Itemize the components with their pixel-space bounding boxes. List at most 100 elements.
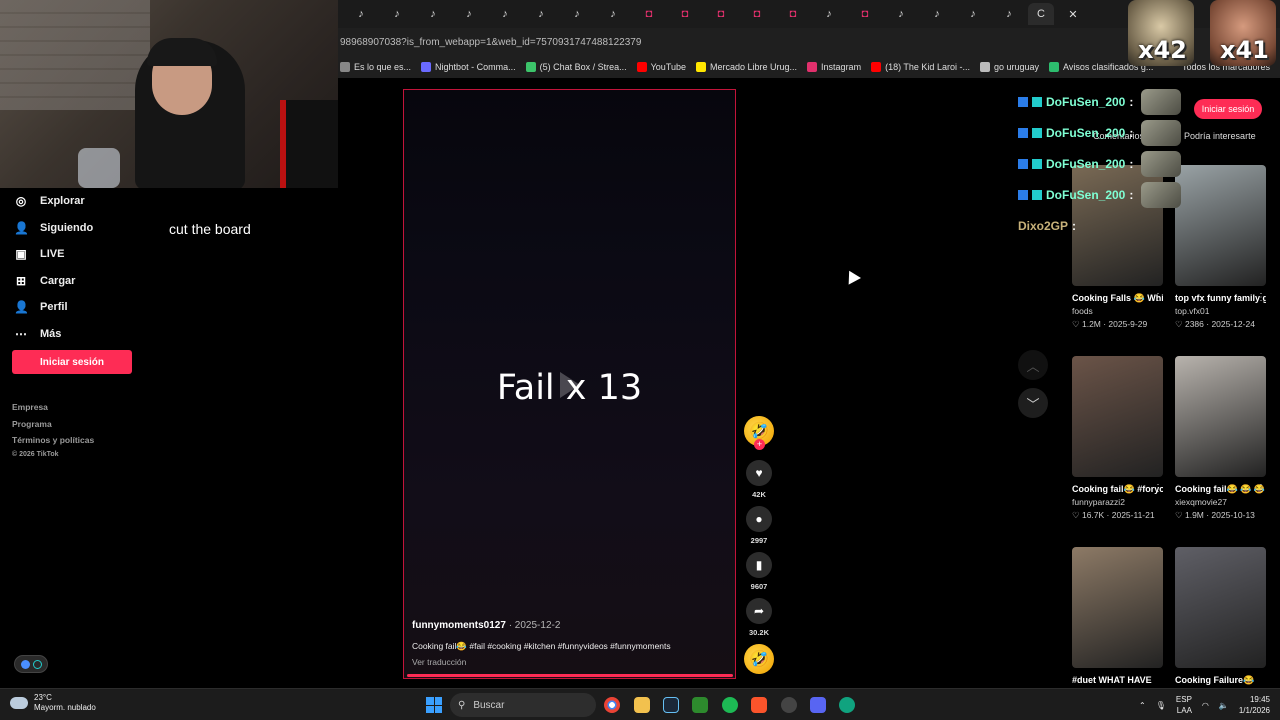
creator-avatar[interactable]: 🤣 + [744, 416, 774, 450]
brave-icon[interactable] [751, 697, 767, 713]
video-thumbnail[interactable] [1175, 356, 1266, 477]
card-title[interactable]: top vfx funny family gaming... [1175, 292, 1266, 305]
video-thumbnail[interactable] [1072, 356, 1163, 477]
chevron-up-icon[interactable]: ⌃ [1139, 701, 1146, 710]
browser-tab-tiktok[interactable]: ♪ [560, 3, 594, 25]
chevron-up-icon[interactable]: ︿ [1018, 350, 1048, 380]
taskbar-search[interactable]: ⚲ Buscar [450, 693, 596, 717]
card-author[interactable]: xiexqmovie27 [1175, 497, 1266, 507]
lang-top[interactable]: ESP [1176, 694, 1192, 705]
card-title[interactable]: Cooking Failure😂 [1175, 674, 1266, 687]
video-author[interactable]: funnymoments0127 · 2025-12-2 [412, 620, 560, 631]
sidebar-item-cargar[interactable]: ⊞ Cargar [0, 268, 150, 295]
xbox-icon[interactable] [692, 697, 708, 713]
speaker-icon[interactable]: 🔈 [1219, 701, 1229, 710]
weather-widget[interactable]: 23°C Mayorm. nublado [10, 693, 96, 713]
browser-tab-tiktok[interactable]: ♪ [992, 3, 1026, 25]
microphone-icon[interactable]: 🎙 [1156, 701, 1166, 710]
bookmark-icon[interactable]: ▮ [746, 552, 772, 578]
browser-tab-instagram[interactable]: ◘ [668, 3, 702, 25]
chat-username[interactable]: DoFuSen_200 [1046, 126, 1125, 140]
bookmark-item[interactable]: (18) The Kid Laroi -... [871, 62, 970, 72]
footer-link-programa[interactable]: Programa [12, 416, 94, 433]
bookmark-item[interactable]: Mercado Libre Urug... [696, 62, 797, 72]
browser-tab-tiktok[interactable]: ♪ [524, 3, 558, 25]
footer-link-empresa[interactable]: Empresa [12, 399, 94, 416]
chat-username[interactable]: DoFuSen_200 [1046, 95, 1125, 109]
browser-tab-tiktok[interactable]: ♪ [344, 3, 378, 25]
sidebar-item-ms[interactable]: ⋯ Más [0, 321, 150, 348]
sidebar-item-siguiendo[interactable]: 👤 Siguiendo [0, 215, 150, 242]
recommended-video-card[interactable]: Cooking Failure😂 [1175, 547, 1266, 687]
browser-tab-instagram[interactable]: ◘ [740, 3, 774, 25]
more-options-icon[interactable]: ⋮ [1153, 292, 1163, 303]
recommended-video-card[interactable]: Cooking fail😂 😂 😂 #foryour #co...xiexqmo… [1175, 356, 1266, 521]
browser-tab-instagram[interactable]: ◘ [632, 3, 666, 25]
browser-tab-instagram[interactable]: ◘ [776, 3, 810, 25]
bookmark-item[interactable]: go uruguay [979, 62, 1039, 72]
settings-icon[interactable] [781, 697, 797, 713]
card-title[interactable]: #duet WHAT HAVE [1072, 674, 1163, 687]
card-author[interactable]: foods [1072, 306, 1163, 316]
chat-username[interactable]: DoFuSen_200 [1046, 188, 1125, 202]
recommended-video-card[interactable]: #duet WHAT HAVE [1072, 547, 1163, 687]
see-translation-link[interactable]: Ver traducción [412, 657, 466, 667]
steam-icon[interactable] [663, 697, 679, 713]
browser-tab-tiktok[interactable]: ♪ [920, 3, 954, 25]
author-name[interactable]: funnymoments0127 [412, 620, 506, 631]
chevron-down-icon[interactable]: ﹀ [1018, 388, 1048, 418]
chrome-icon[interactable] [604, 697, 620, 713]
video-thumbnail[interactable] [1072, 547, 1163, 668]
video-progress-bar[interactable] [407, 674, 733, 677]
browser-tab-tiktok[interactable]: ♪ [812, 3, 846, 25]
more-options-icon[interactable]: ⋮ [1256, 483, 1266, 494]
browser-tab-active[interactable]: C [1028, 3, 1054, 25]
browser-tab-tiktok[interactable]: ♪ [956, 3, 990, 25]
bookmark-item[interactable]: YouTube [636, 62, 686, 72]
discord-icon[interactable] [810, 697, 826, 713]
browser-tab-instagram[interactable]: ◘ [848, 3, 882, 25]
card-author[interactable]: top.vfx01 [1175, 306, 1266, 316]
more-options-icon[interactable]: ⋮ [1256, 292, 1266, 303]
login-button[interactable]: Iniciar sesión [12, 350, 132, 374]
folder-icon[interactable] [634, 697, 650, 713]
chat-username[interactable]: Dixo2GP [1018, 219, 1068, 233]
browser-tab-tiktok[interactable]: ♪ [416, 3, 450, 25]
chat-username[interactable]: DoFuSen_200 [1046, 157, 1125, 171]
follow-plus-icon[interactable]: + [754, 439, 765, 450]
video-player[interactable]: Fail x 13 funnymoments0127 · 2025-12-2 C… [403, 89, 736, 679]
spotify-icon[interactable] [722, 697, 738, 713]
bookmark-item[interactable]: Es lo que es... [340, 62, 411, 72]
windows-start-icon[interactable] [426, 697, 442, 713]
sidebar-item-explorar[interactable]: ◎ Explorar [0, 188, 150, 215]
browser-tab-tiktok[interactable]: ♪ [452, 3, 486, 25]
sidebar-item-live[interactable]: ▣ LIVE [0, 241, 150, 268]
heart-icon[interactable]: ♥ [746, 460, 772, 486]
lang-bottom[interactable]: LAA [1176, 705, 1192, 716]
bookmark-item[interactable]: (5) Chat Box / Strea... [525, 62, 627, 72]
chatgpt-icon[interactable] [839, 697, 855, 713]
right-login-button[interactable]: Iniciar sesión [1194, 99, 1262, 119]
url-text[interactable]: 98968907038?is_from_webapp=1&web_id=7570… [340, 37, 641, 48]
share-icon[interactable]: ➦ [746, 598, 772, 624]
browser-tab-tiktok[interactable]: ♪ [884, 3, 918, 25]
comment-icon[interactable]: ● [746, 506, 772, 532]
bookmark-item[interactable]: Nightbot - Comma... [421, 62, 516, 72]
play-icon[interactable] [560, 372, 580, 398]
video-thumbnail[interactable] [1175, 547, 1266, 668]
browser-tab-tiktok[interactable]: ♪ [596, 3, 630, 25]
card-author[interactable]: funnyparazzi2 [1072, 497, 1163, 507]
browser-tab-tiktok[interactable]: ♪ [488, 3, 522, 25]
footer-link-terminos[interactable]: Términos y políticas [12, 432, 94, 449]
browser-tab-tiktok[interactable]: ♪ [380, 3, 414, 25]
clock-time[interactable]: 19:45 [1239, 694, 1270, 705]
clock-date[interactable]: 1/1/2026 [1239, 705, 1270, 716]
recommended-video-card[interactable]: Cooking fail😂 #foryour #cook...funnypara… [1072, 356, 1163, 521]
more-options-icon[interactable]: ⋮ [1153, 483, 1163, 494]
card-title[interactable]: Cooking fail😂 😂 😂 #foryour #co... [1175, 483, 1266, 496]
sidebar-item-perfil[interactable]: 👤 Perfil [0, 294, 150, 321]
sound-avatar-icon[interactable]: 🤣 [744, 644, 774, 674]
card-title[interactable]: Cooking fail😂 #foryour #cook... [1072, 483, 1163, 496]
bookmark-item[interactable]: Instagram [807, 62, 861, 72]
card-title[interactable]: Cooking Falls 😂 Which one is you... [1072, 292, 1163, 305]
